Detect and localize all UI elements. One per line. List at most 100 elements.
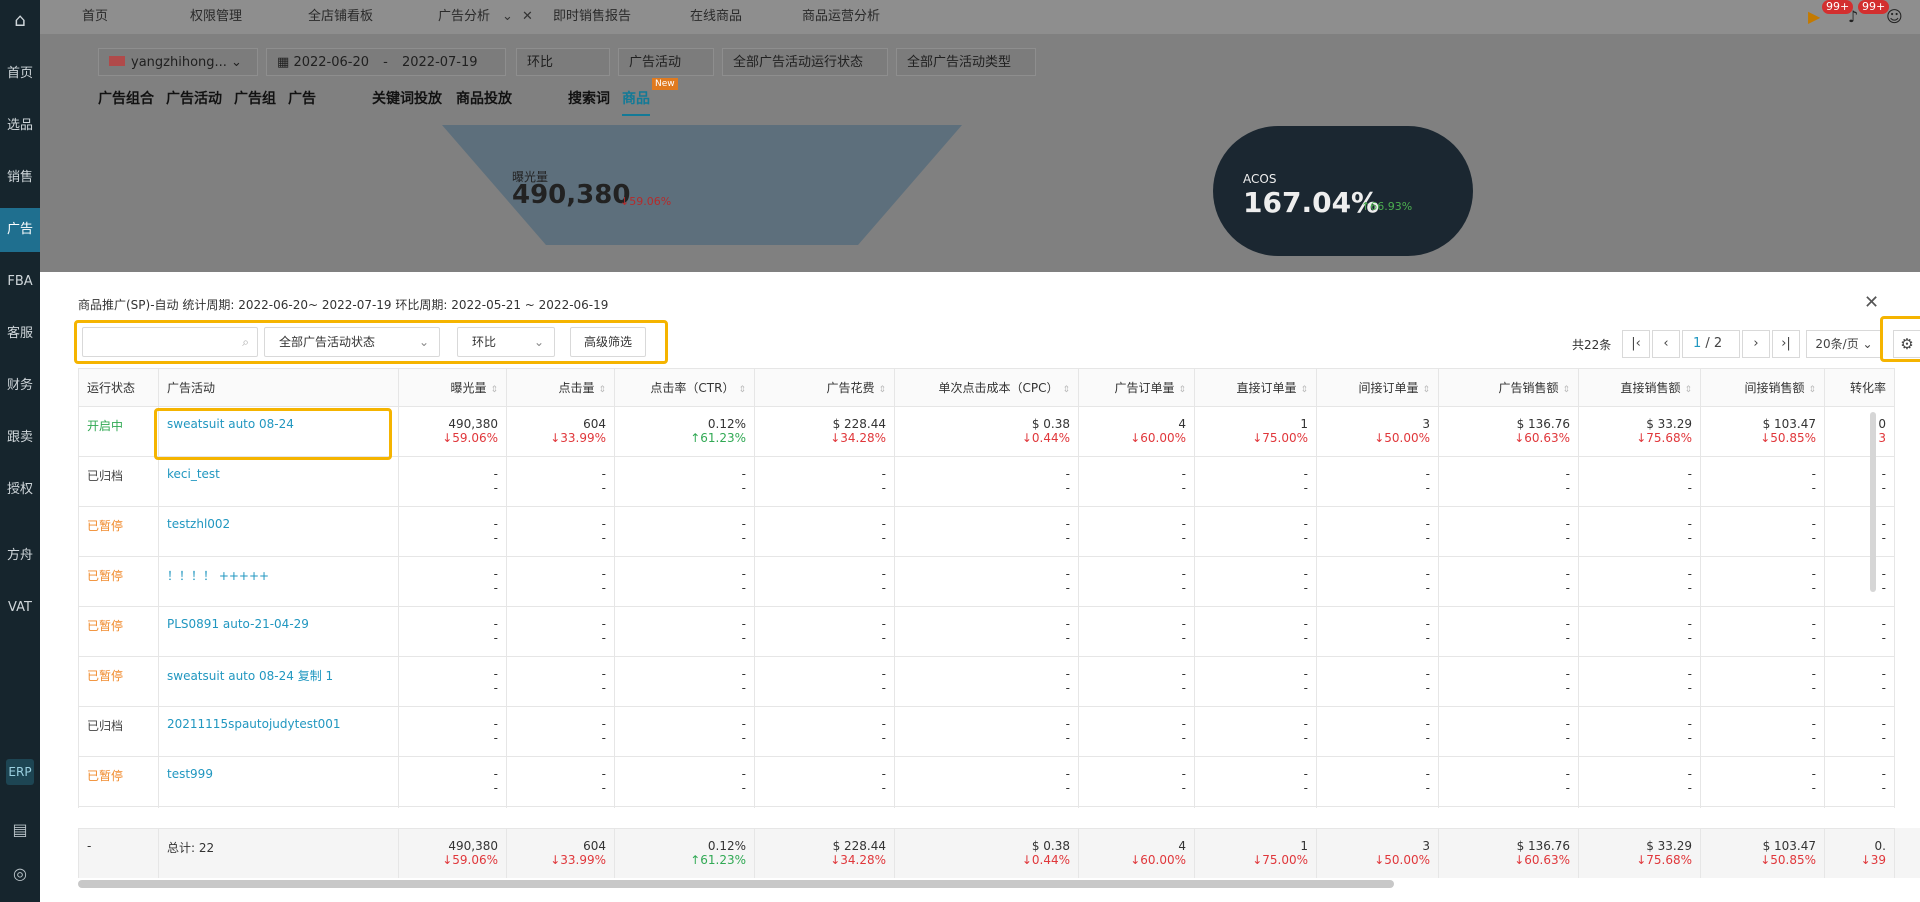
close-icon[interactable]: ✕ xyxy=(522,0,533,34)
nav-item-home[interactable]: 首页 xyxy=(0,52,40,96)
table-row[interactable]: 已暂停 test999- - - - - - - - - - - - - - - - - - - - - - - - xyxy=(78,756,1895,807)
subtab-ad[interactable]: 广告 xyxy=(288,88,316,108)
column-header[interactable]: 转化率 xyxy=(1824,368,1895,407)
table-row[interactable]: 已归档 keci_test - - - - - - - - - - - - - - - - - - - - - - - - xyxy=(78,456,1895,507)
column-header[interactable]: 广告订单量 ⇕ xyxy=(1078,368,1195,407)
compare-label: 环比 xyxy=(527,55,554,70)
table-row[interactable]: 已暂停！！！！ +++++ - - - - - - - - - - - - - - - - - - - - - - - - xyxy=(78,556,1895,607)
table-row[interactable]: 已归档回归问题单 TY------------------------ xyxy=(78,806,1895,808)
nav-item-authorization[interactable]: 授权 xyxy=(0,468,40,512)
page-indicator[interactable]: 1 / 2 xyxy=(1682,330,1740,358)
help-circle-icon[interactable]: ◎ xyxy=(10,864,30,884)
sort-icon[interactable]: ⇕ xyxy=(738,385,746,395)
column-header[interactable]: 运行状态 xyxy=(78,368,159,407)
campaign-name-link[interactable]: test999 xyxy=(158,756,399,807)
table-row[interactable]: 已暂停 testzhl002- - - - - - - - - - - - - - - - - - - - - - - - xyxy=(78,506,1895,557)
play-icon[interactable]: ▶ xyxy=(1808,0,1820,34)
sort-icon[interactable]: ⇕ xyxy=(1062,385,1070,395)
sort-icon[interactable]: ⇕ xyxy=(1422,385,1430,395)
chevron-down-icon[interactable]: ⌄ xyxy=(502,0,513,34)
compare-select-modal[interactable]: 环比 ⌄ xyxy=(457,327,555,357)
campaign-name-link[interactable]: ！！！！ +++++ xyxy=(158,556,399,607)
level-select[interactable]: 广告活动 xyxy=(618,48,714,76)
table-row[interactable]: 已暂停 PLS0891 auto-21-04-29- - - - - - - - - - - - - - - -… xyxy=(78,606,1895,657)
account-select[interactable]: yangzhihong... ⌄ xyxy=(98,48,258,76)
metric-value: - xyxy=(1181,617,1186,631)
column-header[interactable]: 间接订单量 ⇕ xyxy=(1316,368,1439,407)
campaign-name-link[interactable]: 20211115spautojudytest001 xyxy=(158,706,399,757)
advanced-filter-button[interactable]: 高级筛选 xyxy=(570,327,646,357)
column-header[interactable]: 广告销售额 ⇕ xyxy=(1438,368,1579,407)
campaign-type-select[interactable]: 全部广告活动类型 xyxy=(896,48,1036,76)
sort-icon[interactable]: ⇕ xyxy=(598,385,606,395)
column-header[interactable]: 直接销售额 ⇕ xyxy=(1578,368,1701,407)
table-row[interactable]: 已暂停 sweatsuit auto 08-24 复制 1------------… xyxy=(78,656,1895,707)
sort-icon[interactable]: ⇕ xyxy=(1562,385,1570,395)
campaign-name-link[interactable]: 回归问题单 TY xyxy=(158,806,399,808)
nav-item-ark[interactable]: 方舟 xyxy=(0,534,40,578)
close-icon[interactable]: ✕ xyxy=(1864,292,1879,313)
subtab-adgroup[interactable]: 广告组 xyxy=(234,88,276,108)
metric-cell: -- xyxy=(894,756,1079,807)
subtab-portfolio[interactable]: 广告组合 xyxy=(98,88,154,108)
sort-icon[interactable]: ⇕ xyxy=(1178,385,1186,395)
store-icon[interactable]: ▤ xyxy=(10,820,30,840)
page-size-select[interactable]: 20条/页 ⌄ xyxy=(1806,330,1882,358)
column-header[interactable]: 点击量 ⇕ xyxy=(506,368,615,407)
nav-item-ads[interactable]: 广告 xyxy=(0,208,40,252)
nav-item-product-selection[interactable]: 选品 xyxy=(0,104,40,148)
tab-realtime-sales[interactable]: 即时销售报告 xyxy=(553,0,631,34)
table-row[interactable]: 已归档 20211115spautojudytest001- - - - - - - - - - - -… xyxy=(78,706,1895,757)
next-page-button[interactable]: › xyxy=(1742,330,1770,358)
nav-item-follow-sell[interactable]: 跟卖 xyxy=(0,416,40,460)
erp-button[interactable]: ERP xyxy=(6,759,34,785)
subtab-search-terms[interactable]: 搜索词 xyxy=(568,88,610,108)
sort-icon[interactable]: ⇕ xyxy=(1684,385,1692,395)
tab-home[interactable]: 首页 xyxy=(82,0,108,34)
tab-ad-analysis[interactable]: 广告分析 xyxy=(438,0,490,34)
bell-icon[interactable]: ♪ xyxy=(1848,0,1858,34)
column-header[interactable]: 广告花费 ⇕ xyxy=(754,368,895,407)
nav-item-vat[interactable]: VAT xyxy=(0,586,40,630)
last-page-button[interactable]: ›| xyxy=(1772,330,1800,358)
column-header[interactable]: 间接销售额 ⇕ xyxy=(1700,368,1825,407)
metric-value: - xyxy=(881,667,886,681)
sort-icon[interactable]: ⇕ xyxy=(1300,385,1308,395)
column-header[interactable]: 点击率（CTR） ⇕ xyxy=(614,368,755,407)
tab-product-operation[interactable]: 商品运营分析 xyxy=(802,0,880,34)
date-range-picker[interactable]: ▦ 2022-06-20 - 2022-07-19 xyxy=(266,48,506,76)
vertical-scrollbar[interactable] xyxy=(1870,412,1876,592)
sort-icon[interactable]: ⇕ xyxy=(878,385,886,395)
subtab-products[interactable]: 商品 xyxy=(622,88,650,116)
campaign-name-link[interactable]: PLS0891 auto-21-04-29 xyxy=(158,606,399,657)
column-header[interactable]: 广告活动 xyxy=(158,368,399,407)
search-input[interactable]: ⌕ xyxy=(82,327,258,357)
campaign-name-link[interactable]: keci_test xyxy=(158,456,399,507)
subtab-product-targeting[interactable]: 商品投放 xyxy=(456,88,512,108)
gear-icon[interactable]: ⚙ xyxy=(1893,330,1920,358)
prev-page-button[interactable]: ‹ xyxy=(1652,330,1680,358)
status-select[interactable]: 全部广告活动状态 ⌄ xyxy=(264,327,440,357)
metric-change: - xyxy=(601,481,606,495)
column-header[interactable]: 曝光量 ⇕ xyxy=(398,368,507,407)
first-page-button[interactable]: |‹ xyxy=(1622,330,1650,358)
campaign-name-link[interactable]: sweatsuit auto 08-24 复制 1 xyxy=(158,656,399,707)
subtab-campaign[interactable]: 广告活动 xyxy=(166,88,222,108)
horizontal-scrollbar[interactable] xyxy=(78,880,1394,888)
tab-online-products[interactable]: 在线商品 xyxy=(690,0,742,34)
subtab-keyword-targeting[interactable]: 关键词投放 xyxy=(372,88,442,108)
sort-icon[interactable]: ⇕ xyxy=(490,385,498,395)
nav-item-fba[interactable]: FBA xyxy=(0,260,40,304)
tab-store-dashboard[interactable]: 全店铺看板 xyxy=(308,0,373,34)
nav-item-customer-service[interactable]: 客服 xyxy=(0,312,40,356)
column-header[interactable]: 直接订单量 ⇕ xyxy=(1194,368,1317,407)
compare-select[interactable]: 环比 xyxy=(516,48,610,76)
sort-icon[interactable]: ⇕ xyxy=(1808,385,1816,395)
tab-permission[interactable]: 权限管理 xyxy=(190,0,242,34)
run-status-select[interactable]: 全部广告活动运行状态 xyxy=(722,48,888,76)
nav-item-finance[interactable]: 财务 xyxy=(0,364,40,408)
campaign-name-link[interactable]: testzhl002 xyxy=(158,506,399,557)
user-avatar-icon[interactable]: ☺ xyxy=(1886,0,1903,34)
nav-item-sales[interactable]: 销售 xyxy=(0,156,40,200)
column-header[interactable]: 单次点击成本（CPC） ⇕ xyxy=(894,368,1079,407)
